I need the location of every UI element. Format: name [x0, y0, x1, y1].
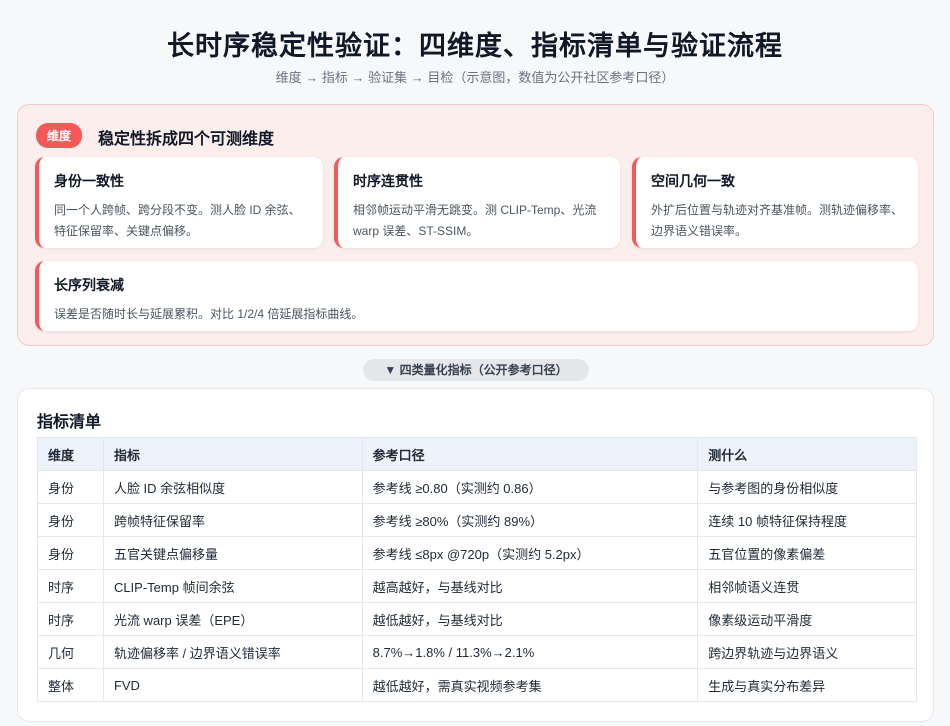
table-cell: 身份 [37, 536, 104, 570]
dimensions-panel: 维度 稳定性拆成四个可测维度 身份一致性 同一个人跨帧、跨分段不变。测人脸 ID… [17, 104, 934, 346]
table-cell: 相邻帧语义连贯 [697, 569, 917, 603]
table-cell: 8.7%→1.8% / 11.3%→2.1% [361, 635, 699, 669]
table-cell: 跨边界轨迹与边界语义 [697, 635, 917, 669]
card-title: 身份一致性 [54, 173, 124, 189]
metrics-panel: 指标清单 维度 指标 参考口径 测什么 身份 人脸 ID 余弦相似度 参考线 ≥… [17, 388, 934, 722]
card-desc: 误差是否随时长与延展累积。对比 1/2/4 倍延展指标曲线。 [54, 307, 364, 321]
metrics-table: 维度 指标 参考口径 测什么 身份 人脸 ID 余弦相似度 参考线 ≥0.80（… [37, 437, 917, 702]
table-cell: 与参考图的身份相似度 [697, 470, 917, 504]
card-desc: 同一个人跨帧、跨分段不变。测人脸 ID 余弦、特征保留率、关键点偏移。 [54, 203, 301, 238]
table-cell: 时序 [37, 569, 104, 603]
page-subtitle: 维度 → 指标 → 验证集 → 目检（示意图，数值为公开社区参考口径） [275, 70, 675, 85]
column-header: 维度 [37, 437, 104, 471]
table-row: 几何 轨迹偏移率 / 边界语义错误率 8.7%→1.8% / 11.3%→2.1… [37, 635, 917, 669]
card-title: 时序连贯性 [353, 173, 423, 189]
page-title: 长时序稳定性验证：四维度、指标清单与验证流程 [167, 31, 783, 61]
dimension-card-temporal: 时序连贯性 相邻帧运动平滑无跳变。测 CLIP-Temp、光流 warp 误差、… [334, 157, 620, 248]
table-cell: 参考线 ≤8px @720p（实测约 5.2px） [361, 536, 699, 570]
table-cell: 光流 warp 误差（EPE） [102, 602, 363, 636]
card-title: 长序列衰减 [54, 277, 124, 293]
dimension-card-decay: 长序列衰减 误差是否随时长与延展累积。对比 1/2/4 倍延展指标曲线。 [35, 261, 918, 331]
card-desc: 相邻帧运动平滑无跳变。测 CLIP-Temp、光流 warp 误差、ST-SSI… [353, 203, 597, 238]
table-cell: 五官关键点偏移量 [102, 536, 363, 570]
page: 长时序稳定性验证：四维度、指标清单与验证流程 维度 → 指标 → 验证集 → 目… [0, 0, 950, 726]
table-cell: 参考线 ≥80%（实测约 89%） [361, 503, 699, 537]
table-cell: 轨迹偏移率 / 边界语义错误率 [102, 635, 363, 669]
column-header: 参考口径 [361, 437, 699, 471]
column-header: 指标 [102, 437, 363, 471]
table-cell: 身份 [37, 470, 104, 504]
table-row: 身份 五官关键点偏移量 参考线 ≤8px @720p（实测约 5.2px） 五官… [37, 536, 917, 570]
table-cell: 越低越好，与基线对比 [361, 602, 699, 636]
table-cell: 五官位置的像素偏差 [697, 536, 917, 570]
metrics-title: 指标清单 [37, 414, 102, 431]
table-cell: CLIP-Temp 帧间余弦 [102, 569, 363, 603]
card-desc: 外扩后位置与轨迹对齐基准帧。测轨迹偏移率、边界语义错误率。 [651, 203, 904, 238]
table-row: 整体 FVD 越低越好，需真实视频参考集 生成与真实分布差异 [37, 668, 917, 702]
section-divider: ▼ 四类量化指标（公开参考口径） [363, 359, 589, 381]
table-cell: 越高越好，与基线对比 [361, 569, 699, 603]
table-cell: FVD [102, 668, 363, 702]
table-cell: 越低越好，需真实视频参考集 [361, 668, 699, 702]
table-row: 身份 人脸 ID 余弦相似度 参考线 ≥0.80（实测约 0.86） 与参考图的… [37, 470, 917, 504]
dimension-card-identity: 身份一致性 同一个人跨帧、跨分段不变。测人脸 ID 余弦、特征保留率、关键点偏移… [35, 157, 323, 248]
table-cell: 参考线 ≥0.80（实测约 0.86） [361, 470, 699, 504]
table-row: 时序 光流 warp 误差（EPE） 越低越好，与基线对比 像素级运动平滑度 [37, 602, 917, 636]
table-row: 时序 CLIP-Temp 帧间余弦 越高越好，与基线对比 相邻帧语义连贯 [37, 569, 917, 603]
table-cell: 身份 [37, 503, 104, 537]
table-cell: 几何 [37, 635, 104, 669]
column-header: 测什么 [697, 437, 917, 471]
table-cell: 跨帧特征保留率 [102, 503, 363, 537]
table-cell: 人脸 ID 余弦相似度 [102, 470, 363, 504]
table-cell: 生成与真实分布差异 [697, 668, 917, 702]
card-title: 空间几何一致 [651, 173, 735, 189]
dimensions-heading: 稳定性拆成四个可测维度 [98, 131, 275, 148]
table-cell: 连续 10 帧特征保持程度 [697, 503, 917, 537]
table-row: 身份 跨帧特征保留率 参考线 ≥80%（实测约 89%） 连续 10 帧特征保持… [37, 503, 917, 537]
dimension-card-geometry: 空间几何一致 外扩后位置与轨迹对齐基准帧。测轨迹偏移率、边界语义错误率。 [632, 157, 918, 248]
table-header-row: 维度 指标 参考口径 测什么 [37, 437, 917, 471]
table-cell: 时序 [37, 602, 104, 636]
table-cell: 整体 [37, 668, 104, 702]
dimension-badge: 维度 [36, 123, 83, 148]
table-cell: 像素级运动平滑度 [697, 602, 917, 636]
